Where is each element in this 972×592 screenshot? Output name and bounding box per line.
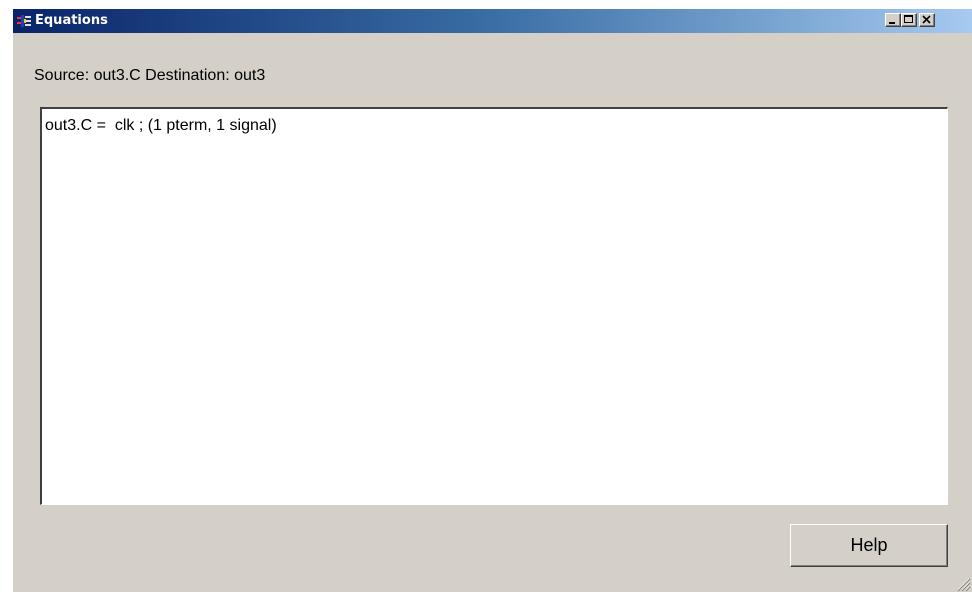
close-icon xyxy=(922,15,931,24)
resize-grip-icon[interactable] xyxy=(953,574,971,592)
close-button[interactable] xyxy=(919,13,935,27)
source-destination-label: Source: out3.C Destination: out3 xyxy=(34,67,266,84)
maximize-button[interactable] xyxy=(901,13,917,27)
maximize-icon xyxy=(904,15,913,23)
minimize-icon xyxy=(889,22,895,24)
app-icon xyxy=(17,15,31,27)
minimize-button[interactable] xyxy=(885,13,901,27)
equation-line: out3.C = clk ; (1 pterm, 1 signal) xyxy=(45,117,277,134)
help-button[interactable]: Help xyxy=(790,524,948,567)
equations-window: Equations Source: out3.C Destination: ou… xyxy=(12,8,972,592)
window-title: Equations xyxy=(35,13,108,28)
title-bar[interactable]: Equations xyxy=(13,9,972,33)
equations-text-area[interactable]: out3.C = clk ; (1 pterm, 1 signal) xyxy=(40,107,948,505)
